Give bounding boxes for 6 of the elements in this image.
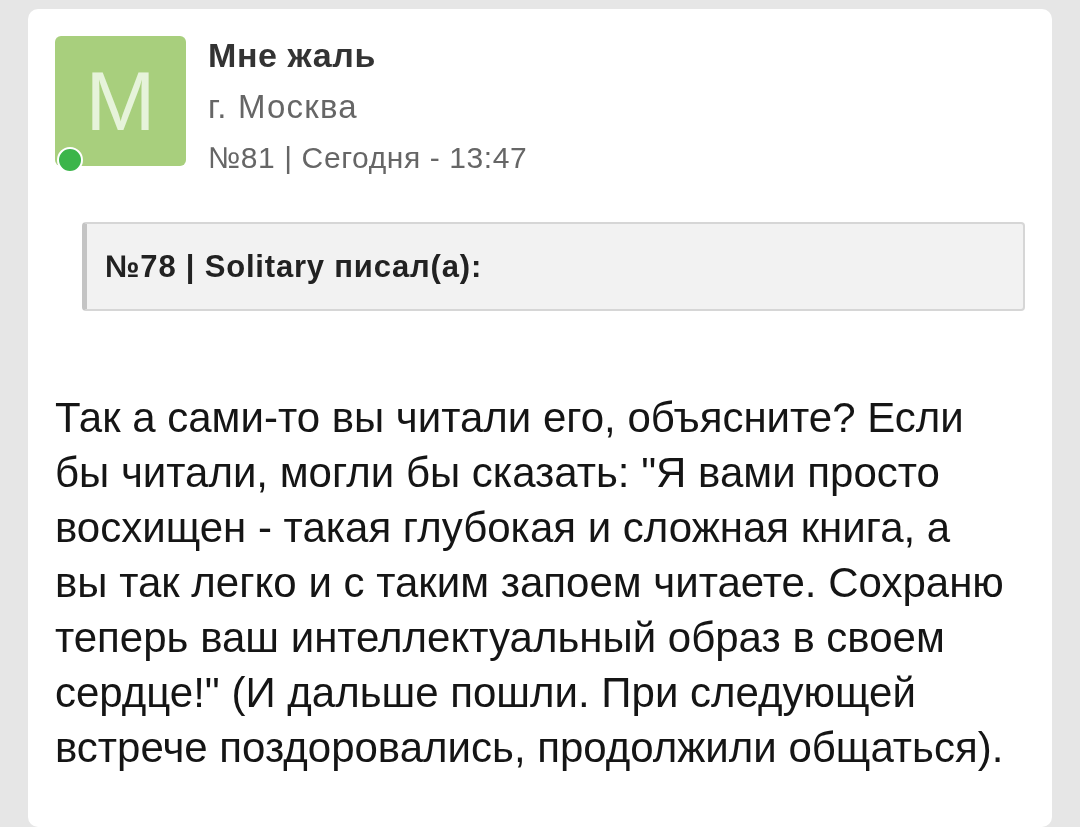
post-text: Так а сами-то вы читали его, объясните? Если бы читали, могли бы сказать: "Я вами просто восхищен - такая глубокая и сложная книга, а вы так легко и с таким запоем читаете. Сохраню теперь ваш интеллектуальный образ в своем сердце!" (И дальше пошли. При следующей встрече поздоровались, продолжили общаться).	[55, 393, 1005, 773]
avatar: М	[55, 36, 186, 166]
quote-header: №78 | Solitary писал(а):	[105, 248, 482, 285]
author-city: г. Москва	[208, 87, 359, 127]
author-name[interactable]: Мне жаль	[208, 30, 528, 81]
post-meta: №81 | Сегодня - 13:47	[208, 140, 528, 176]
